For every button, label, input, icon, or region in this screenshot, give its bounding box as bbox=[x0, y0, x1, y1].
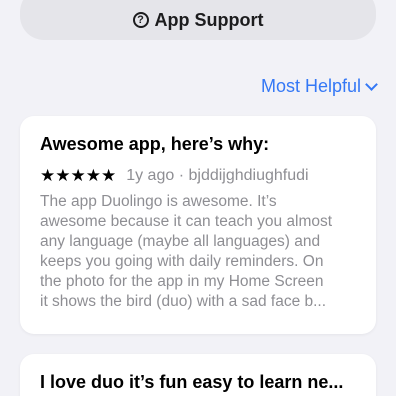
review-body-line: it shows the bird (duo) with a sad face … bbox=[40, 293, 327, 310]
review-body-line: any language (maybe all languages) and bbox=[40, 233, 321, 250]
star-rating: ★★★★★ bbox=[40, 166, 117, 185]
review-body-line: The app Duolingo is awesome. It’s bbox=[40, 193, 277, 210]
app-support-button[interactable]: ? App Support bbox=[20, 0, 376, 40]
app-support-label: App Support bbox=[154, 9, 264, 30]
app-reviews-page: ? App Support Most Helpful Awesome app, … bbox=[0, 0, 396, 396]
review-body: The app Duolingo is awesome. It’s awesom… bbox=[40, 192, 356, 312]
review-title: Awesome app, here’s why: bbox=[40, 134, 270, 154]
chevron-down-icon bbox=[365, 77, 378, 91]
review-body-line: the photo for the app in my Home Screen bbox=[40, 273, 324, 290]
review-body-line: keeps you going with daily reminders. On bbox=[40, 253, 324, 270]
review-body-line: awesome because it can teach you almost bbox=[40, 213, 333, 230]
review-author: bjddijghdiughfudi bbox=[188, 167, 309, 184]
review-age: 1y ago bbox=[126, 167, 175, 184]
review-card[interactable]: I love duo it’s fun easy to learn ne... bbox=[20, 354, 376, 396]
question-circle-icon: ? bbox=[132, 12, 149, 28]
review-meta: ★★★★★ 1y ago · bjddijghdiughfudi bbox=[40, 166, 356, 186]
sort-menu-button[interactable]: Most Helpful bbox=[260, 76, 378, 97]
review-card[interactable]: Awesome app, here’s why: ★★★★★ 1y ago · … bbox=[20, 116, 376, 334]
review-title: I love duo it’s fun easy to learn ne... bbox=[40, 372, 344, 392]
sort-label: Most Helpful bbox=[260, 76, 361, 96]
meta-separator: · bbox=[178, 167, 185, 184]
